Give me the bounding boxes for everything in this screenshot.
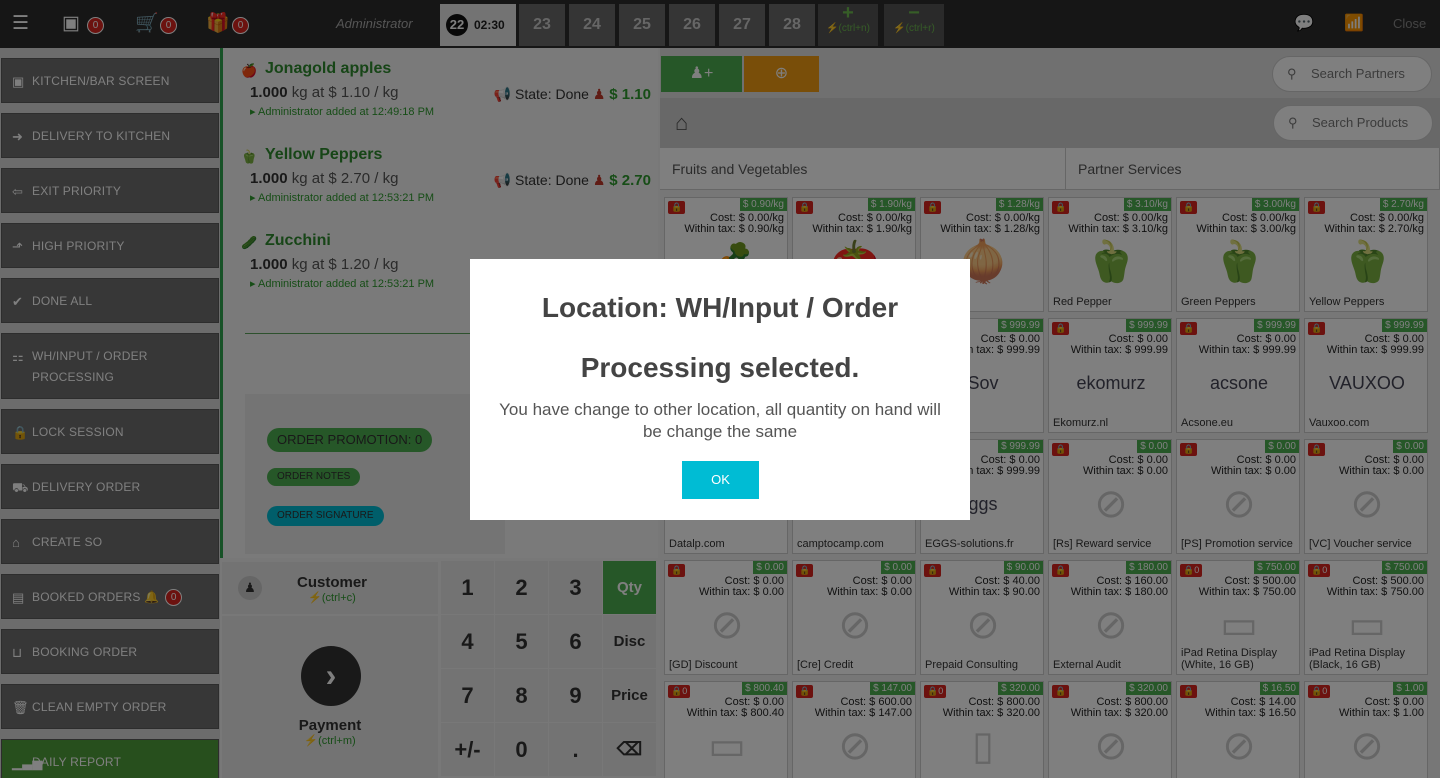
location-modal: Location: WH/Input / Order Processing se…	[470, 259, 970, 520]
modal-body: You have change to other location, all q…	[499, 400, 941, 441]
modal-title-line2: Processing selected.	[580, 352, 860, 383]
modal-title: Location: WH/Input / Order	[541, 292, 899, 323]
ok-button[interactable]: OK	[682, 461, 759, 499]
